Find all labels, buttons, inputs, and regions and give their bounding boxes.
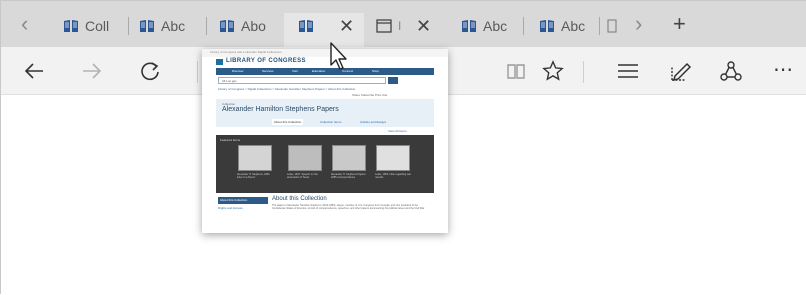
preview-caption: Alexander H. Stephens, 1861 letter to a …	[237, 173, 270, 179]
preview-logo-text: LIBRARY OF CONGRESS	[226, 58, 306, 64]
book-favicon-icon	[140, 20, 154, 32]
arrow-left-icon[interactable]	[23, 61, 45, 81]
close-icon[interactable]: ✕	[416, 13, 431, 39]
window-icon	[376, 19, 392, 33]
book-favicon-icon	[64, 20, 78, 32]
preview-about-text: The papers of Alexander Hamilton Stephen…	[272, 204, 425, 210]
book-favicon-icon	[462, 20, 476, 32]
preview-caption: Letter, 1863. Note regarding war records	[375, 173, 411, 179]
preview-manuscript-thumb	[376, 145, 410, 171]
preview-caption: Letter, 1847. Speech on the annexation o…	[287, 173, 318, 179]
tab-separator	[128, 17, 129, 35]
book-favicon-icon	[299, 20, 313, 32]
preview-tab: Collection Items	[320, 120, 342, 124]
toolbar-separator	[583, 61, 584, 83]
preview-top-links: Library of Congress Ask a Librarian Digi…	[202, 49, 448, 57]
pen-note-icon[interactable]	[669, 59, 693, 83]
preview-view-all: View All Items	[388, 129, 407, 133]
toolbar-separator	[197, 61, 198, 83]
preview-tab: Articles and Essays	[360, 120, 387, 124]
page-icon	[607, 19, 617, 33]
book-favicon-icon	[220, 20, 234, 32]
preview-sidebar-link: Rights and Access	[218, 206, 243, 210]
tab-abc-1[interactable]: Abc	[139, 13, 185, 39]
loc-logo-icon	[216, 59, 223, 65]
share-icon[interactable]	[719, 60, 743, 82]
preview-search-box: All Loc.gov	[218, 77, 386, 84]
tab-label: Abc	[161, 18, 186, 34]
tab-separator	[206, 17, 207, 35]
chevron-left-icon[interactable]: ‹	[21, 13, 28, 35]
hub-icon[interactable]	[617, 62, 639, 80]
tab-about[interactable]: Abo	[219, 13, 266, 39]
tab-separator-glyph: I	[398, 19, 402, 33]
star-icon[interactable]	[542, 60, 564, 82]
tab-abc-2[interactable]: Abc	[461, 13, 507, 39]
tab-label: Abc	[483, 18, 508, 34]
mouse-cursor-icon	[330, 42, 347, 70]
preview-search-button	[388, 77, 398, 84]
preview-nav-item: Discover	[232, 69, 244, 73]
preview-about-heading: About this Collection	[272, 196, 327, 202]
preview-nav-item: Services	[262, 69, 274, 73]
tab-abc-3[interactable]: Abc	[539, 13, 585, 39]
chevron-right-icon[interactable]: ›	[635, 13, 642, 35]
preview-sidebar-header: About this Collection	[218, 197, 268, 204]
tab-label: Coll	[85, 18, 110, 34]
preview-breadcrumb: Library of Congress > Digital Collection…	[218, 87, 356, 91]
preview-nav-item: Shop	[372, 69, 380, 73]
preview-manuscript-thumb	[288, 145, 322, 171]
browser-window: ‹ Coll Abc Abo ✕ I ✕ Abc Abc › + ⋯ Libra…	[0, 0, 806, 295]
tab-strip: ‹ Coll Abc Abo ✕ I ✕ Abc Abc › +	[1, 1, 806, 47]
preview-share-links: Share Subscribe Print Cite	[352, 93, 388, 97]
refresh-icon[interactable]	[139, 60, 161, 82]
tab-separator	[599, 17, 600, 35]
arrow-right-icon[interactable]	[81, 61, 103, 81]
preview-manuscript-thumb	[238, 145, 272, 171]
preview-tabs: About this Collection Collection Items A…	[272, 119, 422, 125]
tab-label: Abo	[241, 18, 266, 34]
preview-caption: Alexander H. Stephens Papers: 1865 corre…	[331, 173, 367, 179]
preview-page-title: Alexander Hamilton Stephens Papers	[222, 106, 339, 113]
book-favicon-icon	[540, 20, 554, 32]
tab-preview-thumbnail[interactable]: Library of Congress Ask a Librarian Digi…	[202, 49, 448, 233]
preview-nav-item: Education	[312, 69, 326, 73]
tab-library-hovered[interactable]	[298, 13, 314, 39]
more-icon[interactable]: ⋯	[773, 59, 795, 81]
tab-window[interactable]: I	[376, 13, 401, 39]
tab-page-partial[interactable]	[607, 13, 617, 39]
tab-separator	[523, 17, 524, 35]
preview-nav-bar: Discover Services Visit Education Connec…	[216, 68, 434, 75]
book-icon[interactable]	[506, 61, 526, 81]
plus-icon[interactable]: +	[673, 13, 686, 35]
close-icon[interactable]: ✕	[339, 13, 354, 39]
preview-featured-label: Featured Items	[220, 138, 241, 142]
preview-nav-item: Visit	[292, 69, 298, 73]
preview-tab: About this Collection	[272, 119, 304, 125]
tab-label: Abc	[561, 18, 586, 34]
preview-manuscript-thumb	[332, 145, 366, 171]
tab-collection[interactable]: Coll	[63, 13, 109, 39]
